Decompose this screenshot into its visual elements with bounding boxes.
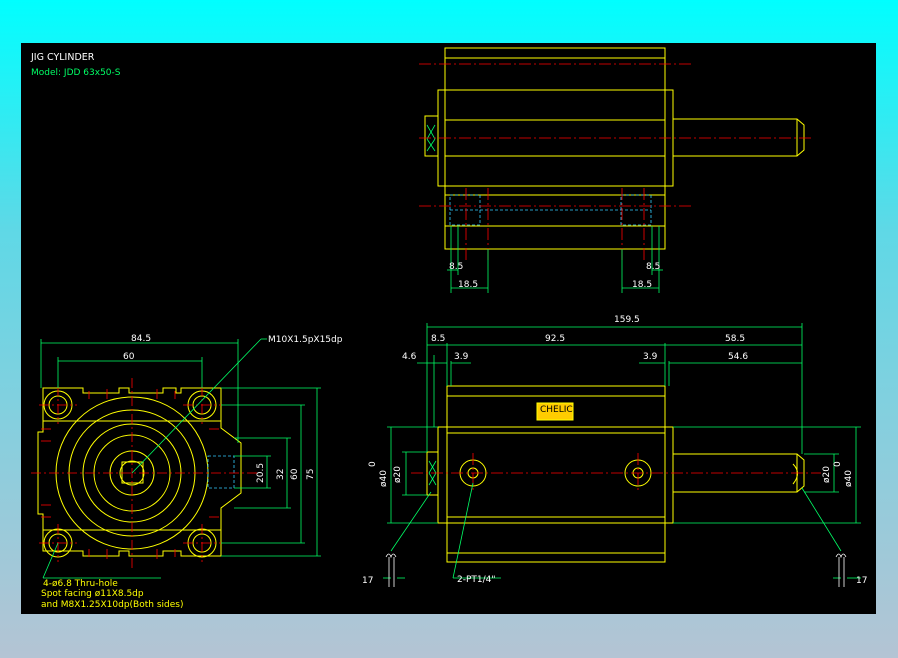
- hole-note-line3: and M8X1.25X10dp(Both sides): [41, 600, 183, 610]
- dim-17-left: 17: [362, 576, 373, 586]
- dim-8-5-side: 8.5: [431, 334, 445, 344]
- hole-note-line1: 4-ø6.8 Thru-hole: [43, 579, 118, 589]
- dim-92-5: 92.5: [545, 334, 565, 344]
- dim-3-9-left: 3.9: [454, 352, 469, 362]
- drawing-title: JIG CYLINDER: [30, 52, 95, 63]
- dim-phi20-right: ø20: [822, 466, 832, 483]
- dim-75: 75: [306, 469, 316, 480]
- front-view: [37, 387, 242, 558]
- dim-20-5: 20.5: [256, 463, 266, 483]
- dim-phi40-left-tol: 0: [368, 461, 378, 467]
- dim-17-right: 17: [856, 576, 867, 586]
- dim-60-vertical: 60: [290, 468, 300, 480]
- top-view-hidden-lines: [449, 194, 652, 226]
- cad-drawing: JIG CYLINDER Model: JDD 63x50-S 8.5 18.5…: [30, 47, 867, 610]
- dim-8-5-top-left: 8.5: [449, 262, 463, 272]
- dim-8-5-top-right: 8.5: [646, 262, 660, 272]
- side-view: [426, 385, 805, 563]
- chelic-logo-box: CHELIC: [536, 402, 574, 421]
- top-view-dims: [447, 226, 663, 293]
- port-note: 2-PT1/4": [457, 575, 496, 585]
- logo-text: CHELIC: [540, 405, 573, 415]
- hole-note-line2: Spot facing ø11X8.5dp: [41, 589, 144, 599]
- side-view-symbols: [385, 553, 847, 587]
- dim-58-5: 58.5: [725, 334, 745, 344]
- top-view: [424, 47, 805, 250]
- front-view-dims: [40, 338, 321, 579]
- dim-159-5: 159.5: [614, 315, 640, 325]
- dim-60-horizontal: 60: [123, 352, 135, 362]
- model-label: Model: JDD 63x50-S: [31, 68, 121, 78]
- dim-18-5-top-left: 18.5: [458, 280, 478, 290]
- dim-54-6: 54.6: [728, 352, 748, 362]
- thread-note: M10X1.5pX15dp: [268, 335, 343, 345]
- drawing-sheet: JIG CYLINDER Model: JDD 63x50-S 8.5 18.5…: [21, 43, 876, 614]
- dim-phi20-left: ø20: [393, 466, 403, 483]
- dim-phi40-right: ø40: [844, 470, 854, 487]
- dim-3-9-right: 3.9: [643, 352, 658, 362]
- dim-phi40-right-tol: 0: [833, 461, 843, 467]
- front-view-centerlines: [31, 378, 257, 568]
- dim-32: 32: [276, 469, 286, 480]
- dim-84-5: 84.5: [131, 334, 151, 344]
- front-view-hidden: [207, 455, 235, 489]
- top-view-centerlines: [419, 63, 811, 261]
- dim-4-6: 4.6: [402, 352, 417, 362]
- dim-18-5-top-right: 18.5: [632, 280, 652, 290]
- dim-phi40-left: ø40: [379, 470, 389, 487]
